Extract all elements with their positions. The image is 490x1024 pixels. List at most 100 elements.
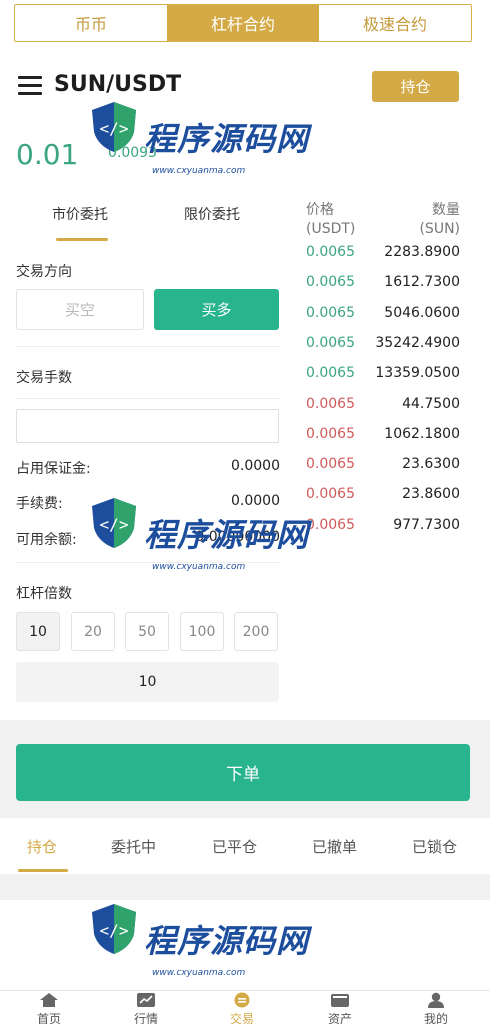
watermark-url: www.cxyuanma.com <box>152 166 246 176</box>
wallet-icon <box>331 994 349 1007</box>
margin-value: 0.0000 <box>231 458 280 474</box>
tab-fast-contract[interactable]: 极速合约 <box>319 5 471 41</box>
balance-label: 可用余额: <box>16 532 77 548</box>
leverage-option-100[interactable]: 100 <box>180 612 224 651</box>
sell-short-button[interactable]: 买空 <box>16 289 144 330</box>
quantity-label: 交易手数 <box>16 370 72 386</box>
orderbook-price: 0.0065 <box>306 274 355 291</box>
nav-profile[interactable]: 我的 <box>406 992 466 1024</box>
orders-tab-indicator <box>18 869 68 872</box>
orderbook-qty: 13359.0500 <box>375 365 460 382</box>
svg-text:</>: </> <box>100 515 129 534</box>
divider <box>16 398 279 399</box>
leverage-label: 杠杆倍数 <box>16 586 72 602</box>
tab-market-order[interactable]: 市价委托 <box>52 204 108 224</box>
tab-positions[interactable]: 持仓 <box>27 836 57 857</box>
leverage-option-200[interactable]: 200 <box>234 612 278 651</box>
buy-long-button[interactable]: 买多 <box>154 289 279 330</box>
market-type-tabs: 币币 杠杆合约 极速合约 <box>14 4 472 42</box>
leverage-option-50[interactable]: 50 <box>125 612 169 651</box>
orderbook-row[interactable]: 0.0065 5046.0600 <box>306 305 460 335</box>
orderbook-price: 0.0065 <box>306 456 355 473</box>
price-header-text: 价格 <box>306 202 334 218</box>
orderbook-row[interactable]: 0.0065 1612.7300 <box>306 274 460 304</box>
leverage-selected-display[interactable]: 10 <box>16 662 279 702</box>
user-icon <box>428 992 444 1008</box>
quantity-input[interactable] <box>16 409 279 443</box>
direction-label: 交易方向 <box>16 264 72 280</box>
orderbook-price: 0.0065 <box>306 425 355 442</box>
orderbook-price: 0.0065 <box>306 334 355 351</box>
orderbook-qty: 1612.7300 <box>384 274 460 291</box>
tab-limit-order[interactable]: 限价委托 <box>184 204 240 224</box>
positions-button[interactable]: 持仓 <box>372 71 459 102</box>
orderbook-price: 0.0065 <box>306 516 355 533</box>
orderbook-qty: 23.6300 <box>402 456 460 473</box>
orderbook-price: 0.0065 <box>306 244 355 260</box>
orderbook-price: 0.0065 <box>306 365 355 382</box>
orderbook-row[interactable]: 0.0065 1062.1800 <box>306 426 460 456</box>
nav-home-label: 首页 <box>36 1012 61 1024</box>
watermark-title: 程序源码网 <box>144 922 310 960</box>
watermark-title: 程序源码网 <box>144 516 310 554</box>
home-icon <box>40 993 58 1007</box>
qty-unit-text: (SUN) <box>419 221 460 237</box>
nav-trade-label: 交易 <box>229 1012 254 1024</box>
orderbook-row[interactable]: 0.0065 977.7300 <box>306 517 460 547</box>
menu-icon[interactable] <box>18 76 42 96</box>
divider <box>16 346 279 347</box>
price-unit-text: (USDT) <box>306 221 356 237</box>
tab-cancelled[interactable]: 已撤单 <box>312 836 357 857</box>
watermark-url: www.cxyuanma.com <box>152 562 246 572</box>
orderbook-qty: 1062.1800 <box>384 425 460 442</box>
orderbook-qty: 2283.8900 <box>384 244 460 260</box>
tab-locked[interactable]: 已锁仓 <box>412 836 457 857</box>
watermark: </> 程序源码网 www.cxyuanma.com <box>86 492 308 592</box>
orderbook-qty-header: 数量 (SUN) <box>380 201 460 239</box>
watermark-shield-icon: </> <box>92 904 136 954</box>
orderbook-price: 0.0065 <box>306 486 355 503</box>
leverage-option-10[interactable]: 10 <box>16 612 60 651</box>
orderbook-qty: 23.8600 <box>402 486 460 503</box>
leverage-option-20[interactable]: 20 <box>71 612 115 651</box>
last-price: 0.01 <box>16 138 79 171</box>
orderbook-row[interactable]: 0.0065 35242.4900 <box>306 335 460 365</box>
margin-label: 占用保证金: <box>16 461 91 477</box>
active-tab-indicator <box>56 238 108 241</box>
trade-icon <box>234 992 250 1008</box>
orderbook-qty: 977.7300 <box>393 516 460 533</box>
tab-spot[interactable]: 币币 <box>15 5 167 41</box>
orderbook-qty: 5046.0600 <box>384 304 460 321</box>
orderbook-row[interactable]: 0.0065 2283.8900 <box>306 244 460 274</box>
orderbook-row[interactable]: 0.0065 23.8600 <box>306 486 460 516</box>
orderbook-price-header: 价格 (USDT) <box>306 201 355 239</box>
svg-text:</>: </> <box>100 119 129 138</box>
orderbook-price: 0.0065 <box>306 395 355 412</box>
watermark: </> 程序源码网 www.cxyuanma.com <box>86 898 308 998</box>
orderbook-qty: 44.7500 <box>402 395 460 412</box>
fee-label: 手续费: <box>16 496 63 512</box>
nav-market-label: 行情 <box>133 1012 158 1024</box>
orderbook-row[interactable]: 0.0065 44.7500 <box>306 396 460 426</box>
watermark-shield-icon: </> <box>92 102 136 152</box>
svg-text:</>: </> <box>100 921 129 940</box>
chart-icon <box>137 993 155 1007</box>
qty-header-text: 数量 <box>432 202 460 218</box>
tab-closed[interactable]: 已平仓 <box>212 836 257 857</box>
tab-leverage-contract[interactable]: 杠杆合约 <box>167 5 319 41</box>
orderbook-row[interactable]: 0.0065 13359.0500 <box>306 365 460 395</box>
nav-profile-label: 我的 <box>423 1012 448 1024</box>
nav-trade[interactable]: 交易 <box>212 992 272 1024</box>
trading-pair-title[interactable]: SUN/USDT <box>54 72 181 97</box>
nav-assets[interactable]: 资产 <box>310 992 370 1024</box>
orderbook-row[interactable]: 0.0065 23.6300 <box>306 456 460 486</box>
watermark: </> 程序源码网 www.cxyuanma.com <box>86 96 308 196</box>
watermark-url: www.cxyuanma.com <box>152 968 246 978</box>
watermark-shield-icon: </> <box>92 498 136 548</box>
nav-home[interactable]: 首页 <box>19 992 79 1024</box>
orderbook-price: 0.0065 <box>306 304 355 321</box>
orderbook-qty: 35242.4900 <box>375 334 460 351</box>
nav-market[interactable]: 行情 <box>116 992 176 1024</box>
place-order-button[interactable]: 下单 <box>16 744 470 801</box>
tab-pending-orders[interactable]: 委托中 <box>111 836 156 857</box>
